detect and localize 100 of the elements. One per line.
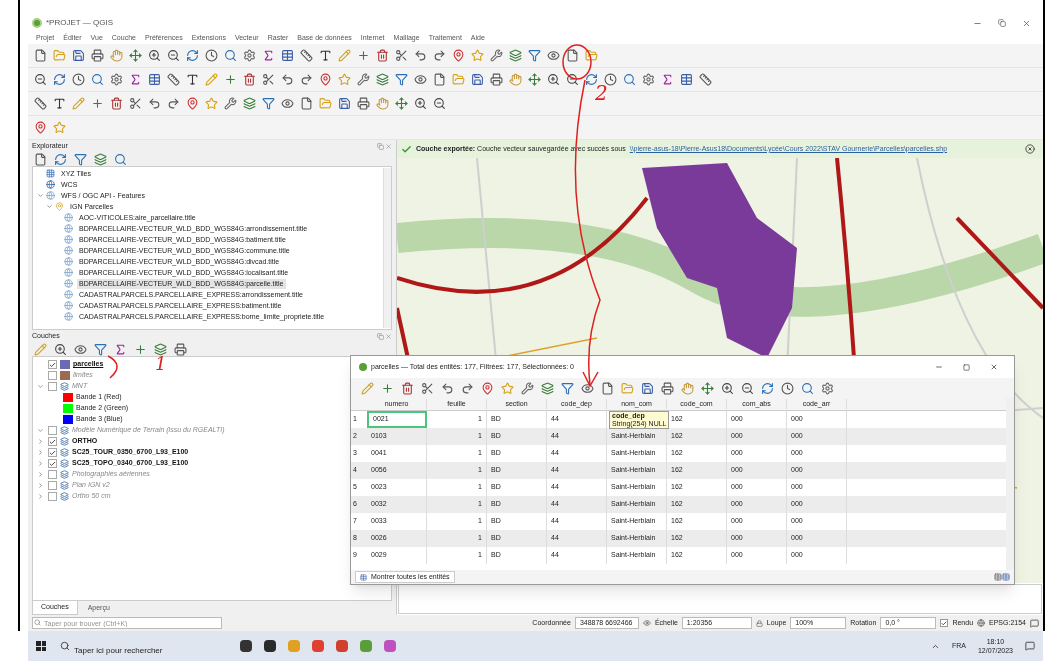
scrollbar[interactable] [383, 168, 391, 328]
chevron-right-icon[interactable] [37, 460, 44, 467]
printer-icon[interactable] [355, 95, 371, 112]
layer-checkbox[interactable] [48, 448, 57, 457]
search-icon[interactable] [89, 71, 105, 88]
save-icon[interactable] [639, 380, 655, 396]
move-icon[interactable] [393, 95, 409, 112]
move-icon[interactable] [699, 380, 715, 396]
search-icon[interactable] [222, 47, 238, 64]
windows-logo-icon[interactable] [36, 641, 46, 651]
wrench-icon[interactable] [355, 71, 371, 88]
star-icon[interactable] [469, 47, 485, 64]
layers-icon[interactable] [92, 151, 108, 167]
chevron-down-icon[interactable] [37, 192, 44, 199]
filter-icon[interactable] [559, 380, 575, 396]
form-view-icon[interactable] [994, 573, 1002, 581]
scissors-icon[interactable] [127, 95, 143, 112]
task-view-icon[interactable] [240, 640, 252, 652]
mouse-icon[interactable] [642, 619, 651, 627]
clock-icon[interactable] [70, 71, 86, 88]
layer-checkbox[interactable] [48, 371, 57, 380]
search-icon[interactable] [621, 71, 637, 88]
message-icon[interactable] [1030, 618, 1039, 628]
filter-icon[interactable] [92, 341, 108, 357]
browser-icon[interactable] [336, 640, 348, 652]
close-icon[interactable] [1022, 18, 1031, 28]
scissors-icon[interactable] [260, 71, 276, 88]
settings-icon[interactable] [108, 71, 124, 88]
taskbar-search-field[interactable]: Taper ici pour rechercher [58, 640, 228, 661]
trash-icon[interactable] [108, 95, 124, 112]
refresh-icon[interactable] [184, 47, 200, 64]
refresh-icon[interactable] [759, 380, 775, 396]
wrench-icon[interactable] [519, 380, 535, 396]
zoom-in-icon[interactable] [412, 95, 428, 112]
lock-icon[interactable] [755, 619, 763, 627]
star-icon[interactable] [499, 380, 515, 396]
layer-checkbox[interactable] [48, 360, 57, 369]
save-icon[interactable] [469, 71, 485, 88]
filter-icon[interactable] [72, 151, 88, 167]
filter-icon[interactable] [393, 71, 409, 88]
filter-icon[interactable] [260, 95, 276, 112]
chevron-right-icon[interactable] [37, 493, 44, 500]
star-icon[interactable] [51, 119, 67, 136]
wrench-icon[interactable] [222, 95, 238, 112]
layer-checkbox[interactable] [48, 492, 57, 501]
ruler-icon[interactable] [165, 71, 181, 88]
close-icon[interactable] [1025, 144, 1035, 154]
layers-icon[interactable] [507, 47, 523, 64]
zoom-in-icon[interactable] [146, 47, 162, 64]
close-icon[interactable] [990, 363, 998, 371]
layer-checkbox[interactable] [48, 437, 57, 446]
search-icon[interactable] [799, 380, 815, 396]
ruler-icon[interactable] [298, 47, 314, 64]
star-icon[interactable] [336, 71, 352, 88]
clock-icon[interactable] [779, 380, 795, 396]
zoom-out-icon[interactable] [564, 71, 580, 88]
browser-icon[interactable] [312, 640, 324, 652]
zoom-in-icon[interactable] [545, 71, 561, 88]
trash-icon[interactable] [374, 47, 390, 64]
layer-checkbox[interactable] [48, 470, 57, 479]
layer-checkbox[interactable] [48, 426, 57, 435]
zoom-out-icon[interactable] [165, 47, 181, 64]
layer-checkbox[interactable] [48, 459, 57, 468]
zoom-out-icon[interactable] [739, 380, 755, 396]
printer-icon[interactable] [488, 71, 504, 88]
globe-icon[interactable] [977, 619, 986, 627]
chevron-down-icon[interactable] [46, 203, 53, 210]
restore-icon[interactable] [998, 18, 1006, 28]
table-icon[interactable] [678, 71, 694, 88]
settings-icon[interactable] [241, 47, 257, 64]
scissors-icon[interactable] [419, 380, 435, 396]
chevron-right-icon[interactable] [37, 471, 44, 478]
layer-checkbox[interactable] [48, 382, 57, 391]
maximize-icon[interactable] [963, 363, 970, 371]
refresh-icon[interactable] [51, 71, 67, 88]
printer-icon[interactable] [89, 47, 105, 64]
printer-icon[interactable] [172, 341, 188, 357]
layers-icon[interactable] [152, 341, 168, 357]
clock-icon[interactable] [203, 47, 219, 64]
save-icon[interactable] [336, 95, 352, 112]
zoom-out-icon[interactable] [431, 95, 447, 112]
refresh-icon[interactable] [52, 151, 68, 167]
settings-icon[interactable] [640, 71, 656, 88]
layers-icon[interactable] [539, 380, 555, 396]
move-icon[interactable] [526, 71, 542, 88]
printer-icon[interactable] [659, 380, 675, 396]
chevron-down-icon[interactable] [37, 427, 44, 434]
app-icon[interactable] [264, 640, 276, 652]
table-icon[interactable] [279, 47, 295, 64]
chevron-right-icon[interactable] [37, 449, 44, 456]
search-icon[interactable] [112, 151, 128, 167]
zoom-out-icon[interactable] [32, 71, 48, 88]
star-icon[interactable] [203, 95, 219, 112]
move-icon[interactable] [127, 47, 143, 64]
zoom-in-icon[interactable] [719, 380, 735, 396]
layers-icon[interactable] [374, 71, 390, 88]
settings-icon[interactable] [819, 380, 835, 396]
save-icon[interactable] [70, 47, 86, 64]
trash-icon[interactable] [241, 71, 257, 88]
render-checkbox[interactable] [940, 619, 949, 627]
